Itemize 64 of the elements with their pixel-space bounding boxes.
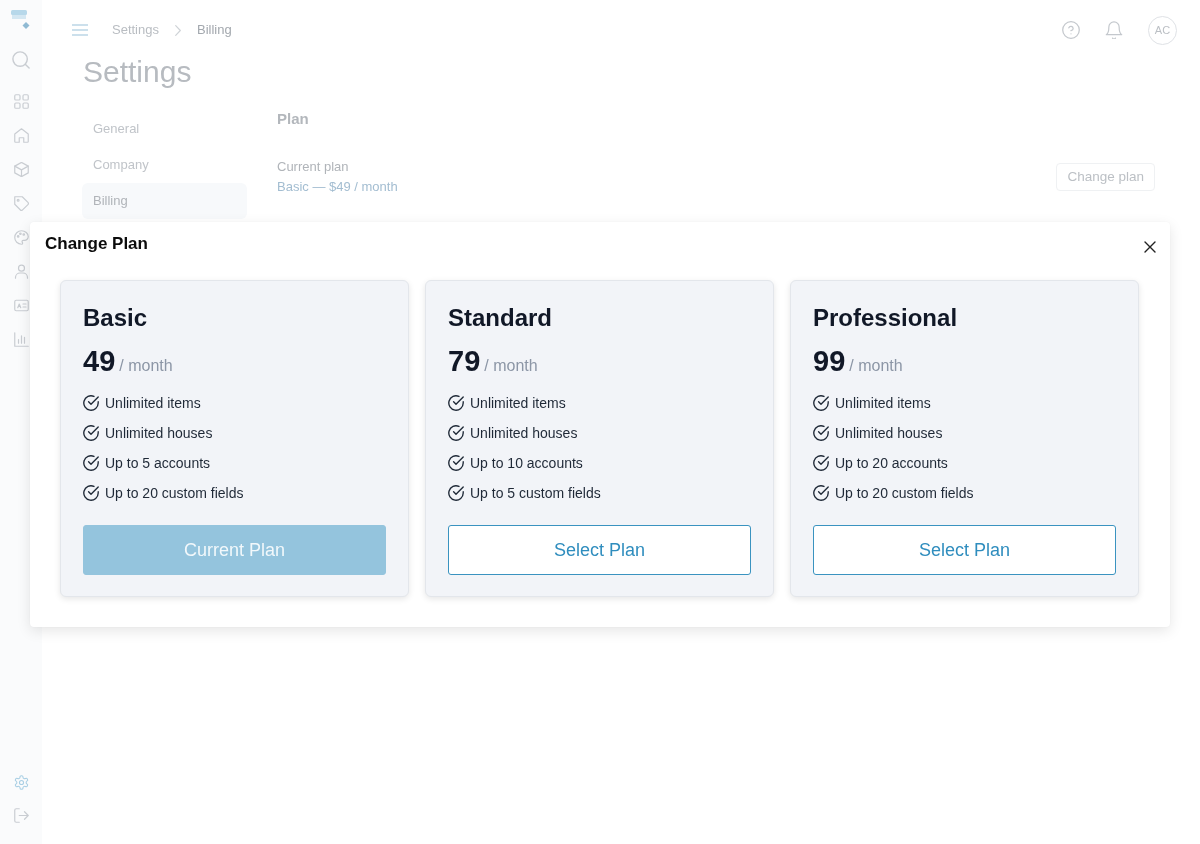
feature-text: Unlimited houses [835,423,943,443]
check-circle-icon [83,425,99,441]
feature-text: Up to 20 custom fields [105,483,244,503]
bell-icon[interactable] [1105,21,1123,39]
check-circle-icon [83,485,99,501]
plan-price: 49 [83,344,116,378]
feature-text: Up to 20 custom fields [835,483,974,503]
change-plan-button[interactable]: Change plan [1056,163,1155,191]
feature-text: Unlimited items [470,393,566,413]
check-circle-icon [83,455,99,471]
page-title: Settings [83,54,192,90]
plan-name: Professional [813,304,958,332]
feature-text: Up to 20 accounts [835,453,948,473]
check-circle-icon [813,425,829,441]
feature-text: Up to 5 custom fields [470,483,601,503]
feature-text: Unlimited houses [105,423,213,443]
logo-icon [10,10,32,31]
palette-icon[interactable] [13,229,29,245]
feature-text: Unlimited items [835,393,931,413]
check-circle-icon [813,485,829,501]
check-circle-icon [448,425,464,441]
user-icon[interactable] [13,263,29,279]
close-icon[interactable] [1144,241,1156,253]
feature-text: Unlimited items [105,393,201,413]
search-icon[interactable] [12,51,30,69]
bar-chart-icon[interactable] [13,331,29,347]
plan-price: 79 [448,344,481,378]
check-circle-icon [813,455,829,471]
breadcrumb-item[interactable]: Settings [112,20,159,40]
feature-text: Up to 10 accounts [470,453,583,473]
settings-nav-item[interactable]: General [82,111,247,147]
chevron-right-icon [175,24,181,36]
user-avatar[interactable]: AC [1148,15,1177,45]
feature-text: Up to 5 accounts [105,453,211,473]
field-label: Current plan [277,158,349,176]
help-icon[interactable] [1062,21,1080,39]
check-circle-icon [448,485,464,501]
check-circle-icon [813,395,829,411]
home-icon[interactable] [13,127,29,143]
settings-nav-item[interactable]: Company [82,147,247,183]
plan-name: Basic [83,304,148,332]
logout-icon[interactable] [13,808,29,823]
check-circle-icon [448,395,464,411]
dialog-title: Change Plan [45,233,148,255]
price-period: / month [484,356,538,376]
gear-icon[interactable] [13,775,29,790]
select-plan-button[interactable]: Select Plan [813,525,1116,575]
plan-price: 99 [813,344,846,378]
section-heading: Plan [277,111,309,127]
field-value: Basic — $49 / month [277,178,398,196]
check-circle-icon [448,455,464,471]
settings-nav-item[interactable]: Billing [82,183,247,219]
select-plan-button[interactable]: Select Plan [448,525,751,575]
plan-name: Standard [448,304,552,332]
id-card-icon[interactable] [13,297,29,313]
price-period: / month [849,356,903,376]
grid-icon[interactable] [13,93,29,109]
menu-icon[interactable] [72,24,88,36]
cube-icon[interactable] [13,161,29,177]
check-circle-icon [83,395,99,411]
feature-text: Unlimited houses [470,423,578,443]
price-period: / month [119,356,173,376]
tag-icon[interactable] [13,195,29,211]
breadcrumb-item: Billing [197,21,232,40]
